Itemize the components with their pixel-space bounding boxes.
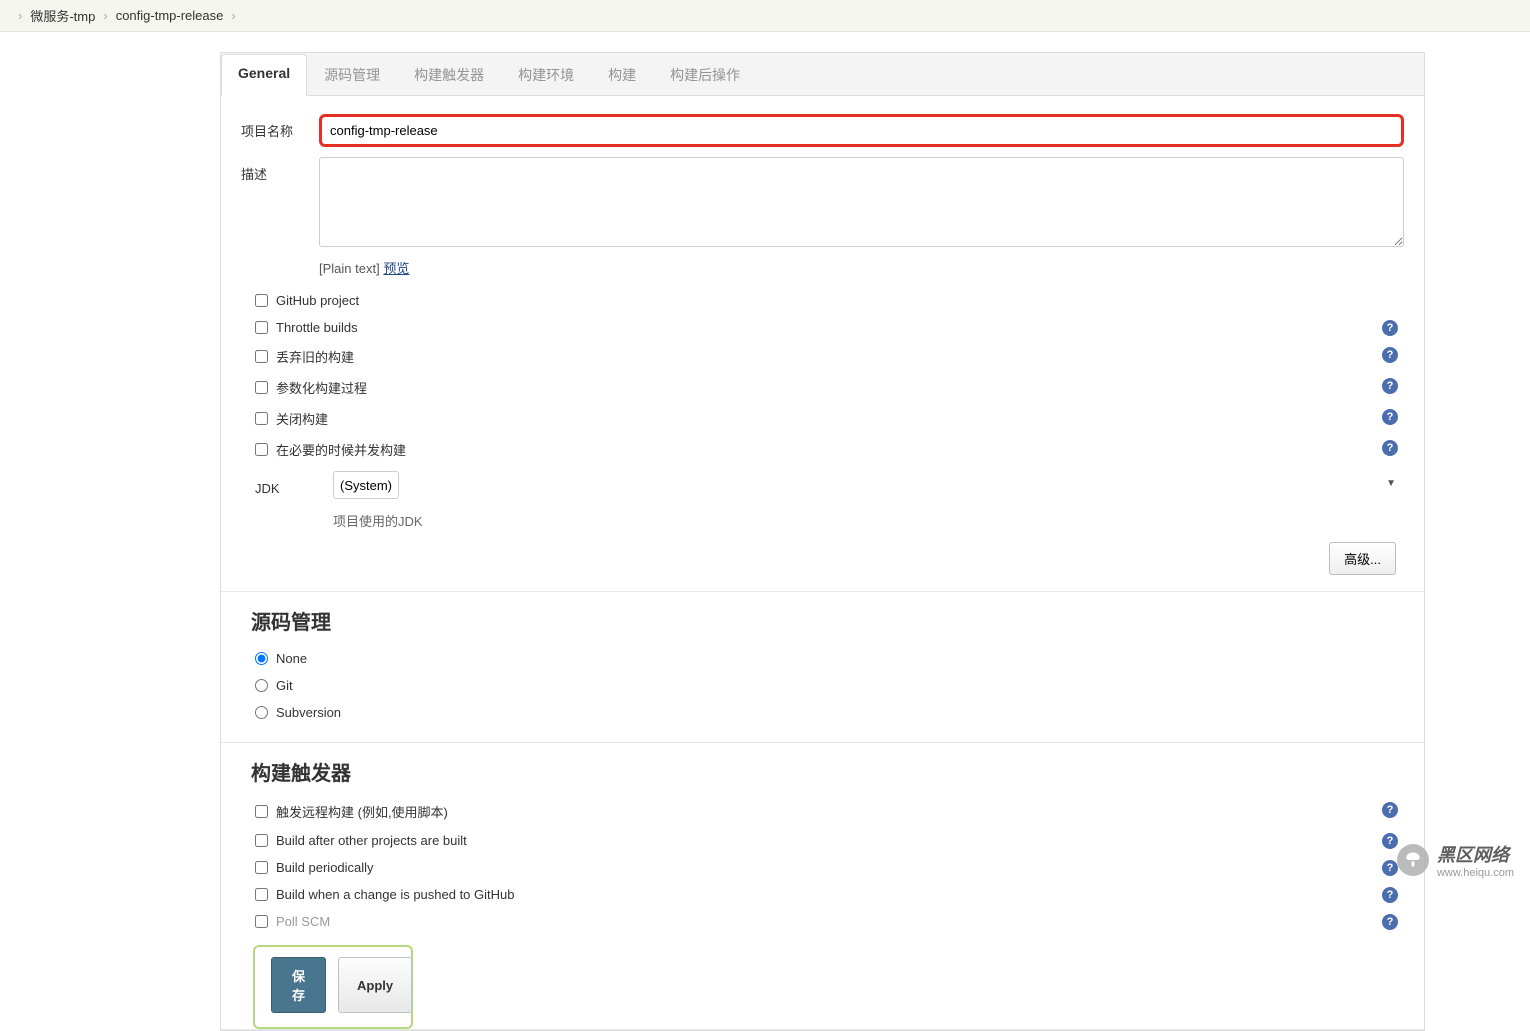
checkbox-row: Throttle builds? bbox=[241, 314, 1404, 341]
trigger-row: Build after other projects are built? bbox=[241, 827, 1404, 854]
general-section: 项目名称 描述 [Plain text] 预览 GitHub project Th… bbox=[221, 96, 1424, 592]
checkbox-input[interactable] bbox=[255, 443, 268, 456]
tab-bar: General 源码管理 构建触发器 构建环境 构建 构建后操作 bbox=[221, 53, 1424, 96]
trigger-row: Build when a change is pushed to GitHub? bbox=[241, 881, 1404, 908]
trigger-label: 触发远程构建 (例如,使用脚本) bbox=[276, 802, 448, 821]
trigger-row: Build periodically? bbox=[241, 854, 1404, 881]
scm-radio-row: Git bbox=[241, 672, 1404, 699]
checkbox-input[interactable] bbox=[255, 412, 268, 425]
checkbox-label: Throttle builds bbox=[276, 320, 358, 335]
checkbox-label: 参数化构建过程 bbox=[276, 378, 367, 397]
mushroom-icon bbox=[1397, 844, 1429, 876]
checkbox-label: 丢弃旧的构建 bbox=[276, 347, 354, 366]
chevron-right-icon: › bbox=[231, 8, 235, 23]
help-icon[interactable]: ? bbox=[1382, 802, 1398, 818]
tab-scm[interactable]: 源码管理 bbox=[307, 54, 397, 96]
trigger-checkbox[interactable] bbox=[255, 805, 268, 818]
chevron-right-icon: › bbox=[103, 8, 107, 23]
checkbox-label: 在必要的时候并发构建 bbox=[276, 440, 406, 459]
trigger-label: Build periodically bbox=[276, 860, 374, 875]
jdk-hint: 项目使用的JDK bbox=[333, 511, 1404, 530]
checkbox-label: 关闭构建 bbox=[276, 409, 328, 428]
description-textarea[interactable] bbox=[319, 157, 1404, 247]
trigger-label: Poll SCM bbox=[276, 914, 330, 929]
config-panel: General 源码管理 构建触发器 构建环境 构建 构建后操作 项目名称 描述… bbox=[220, 52, 1425, 1031]
trigger-checkbox[interactable] bbox=[255, 834, 268, 847]
advanced-button[interactable]: 高级... bbox=[1329, 542, 1396, 575]
help-icon[interactable]: ? bbox=[1382, 440, 1398, 456]
help-icon[interactable]: ? bbox=[1382, 887, 1398, 903]
help-icon[interactable]: ? bbox=[1382, 833, 1398, 849]
help-icon[interactable]: ? bbox=[1382, 914, 1398, 930]
help-icon[interactable]: ? bbox=[1382, 860, 1398, 876]
help-icon[interactable]: ? bbox=[1382, 320, 1398, 336]
checkbox-input[interactable] bbox=[255, 381, 268, 394]
checkbox-row: 关闭构建? bbox=[241, 403, 1404, 434]
trigger-row: 触发远程构建 (例如,使用脚本)? bbox=[241, 796, 1404, 827]
jdk-label: JDK bbox=[241, 474, 333, 496]
trigger-checkbox[interactable] bbox=[255, 915, 268, 928]
preview-link[interactable]: 预览 bbox=[383, 261, 409, 276]
trigger-row: Poll SCM? bbox=[241, 908, 1404, 935]
project-name-label: 项目名称 bbox=[241, 114, 319, 140]
plain-text-label: [Plain text] bbox=[319, 261, 380, 276]
checkbox-row: 丢弃旧的构建? bbox=[241, 341, 1404, 372]
watermark-title: 黑区网络 bbox=[1437, 841, 1514, 867]
trigger-label: Build after other projects are built bbox=[276, 833, 467, 848]
scm-radio-row: Subversion bbox=[241, 699, 1404, 726]
breadcrumb-item-2[interactable]: config-tmp-release bbox=[116, 8, 224, 23]
tab-build[interactable]: 构建 bbox=[591, 54, 653, 96]
tab-env[interactable]: 构建环境 bbox=[501, 54, 591, 96]
checkbox-input[interactable] bbox=[255, 294, 268, 307]
scm-radio[interactable] bbox=[255, 652, 268, 665]
project-name-input[interactable] bbox=[319, 114, 1404, 147]
watermark-url: www.heiqu.com bbox=[1437, 867, 1514, 879]
checkbox-row: GitHub project bbox=[241, 287, 1404, 314]
breadcrumb-item-1[interactable]: 微服务-tmp bbox=[30, 6, 95, 25]
trigger-label: Build when a change is pushed to GitHub bbox=[276, 887, 515, 902]
scm-radio-label: None bbox=[276, 651, 307, 666]
checkbox-row: 在必要的时候并发构建? bbox=[241, 434, 1404, 465]
apply-button[interactable]: Apply bbox=[338, 957, 412, 1013]
scm-radio[interactable] bbox=[255, 706, 268, 719]
chevron-right-icon: › bbox=[18, 8, 22, 23]
tab-general[interactable]: General bbox=[221, 54, 307, 96]
scm-radio-label: Git bbox=[276, 678, 293, 693]
checkbox-row: 参数化构建过程? bbox=[241, 372, 1404, 403]
help-icon[interactable]: ? bbox=[1382, 409, 1398, 425]
scm-section-title: 源码管理 bbox=[241, 592, 1404, 645]
checkbox-label: GitHub project bbox=[276, 293, 359, 308]
triggers-section-title: 构建触发器 bbox=[241, 743, 1404, 796]
tab-triggers[interactable]: 构建触发器 bbox=[397, 54, 501, 96]
trigger-checkbox[interactable] bbox=[255, 861, 268, 874]
jdk-select[interactable]: (System) bbox=[333, 471, 399, 499]
help-icon[interactable]: ? bbox=[1382, 347, 1398, 363]
action-bar: 保存 Apply bbox=[253, 945, 413, 1029]
scm-radio[interactable] bbox=[255, 679, 268, 692]
scm-radio-label: Subversion bbox=[276, 705, 341, 720]
description-label: 描述 bbox=[241, 157, 319, 183]
tab-post[interactable]: 构建后操作 bbox=[653, 54, 757, 96]
breadcrumb: › 微服务-tmp › config-tmp-release › bbox=[0, 0, 1530, 32]
scm-radio-row: None bbox=[241, 645, 1404, 672]
help-icon[interactable]: ? bbox=[1382, 378, 1398, 394]
watermark: 黑区网络 www.heiqu.com bbox=[1397, 841, 1514, 879]
save-button[interactable]: 保存 bbox=[271, 957, 326, 1013]
checkbox-input[interactable] bbox=[255, 321, 268, 334]
trigger-checkbox[interactable] bbox=[255, 888, 268, 901]
checkbox-input[interactable] bbox=[255, 350, 268, 363]
